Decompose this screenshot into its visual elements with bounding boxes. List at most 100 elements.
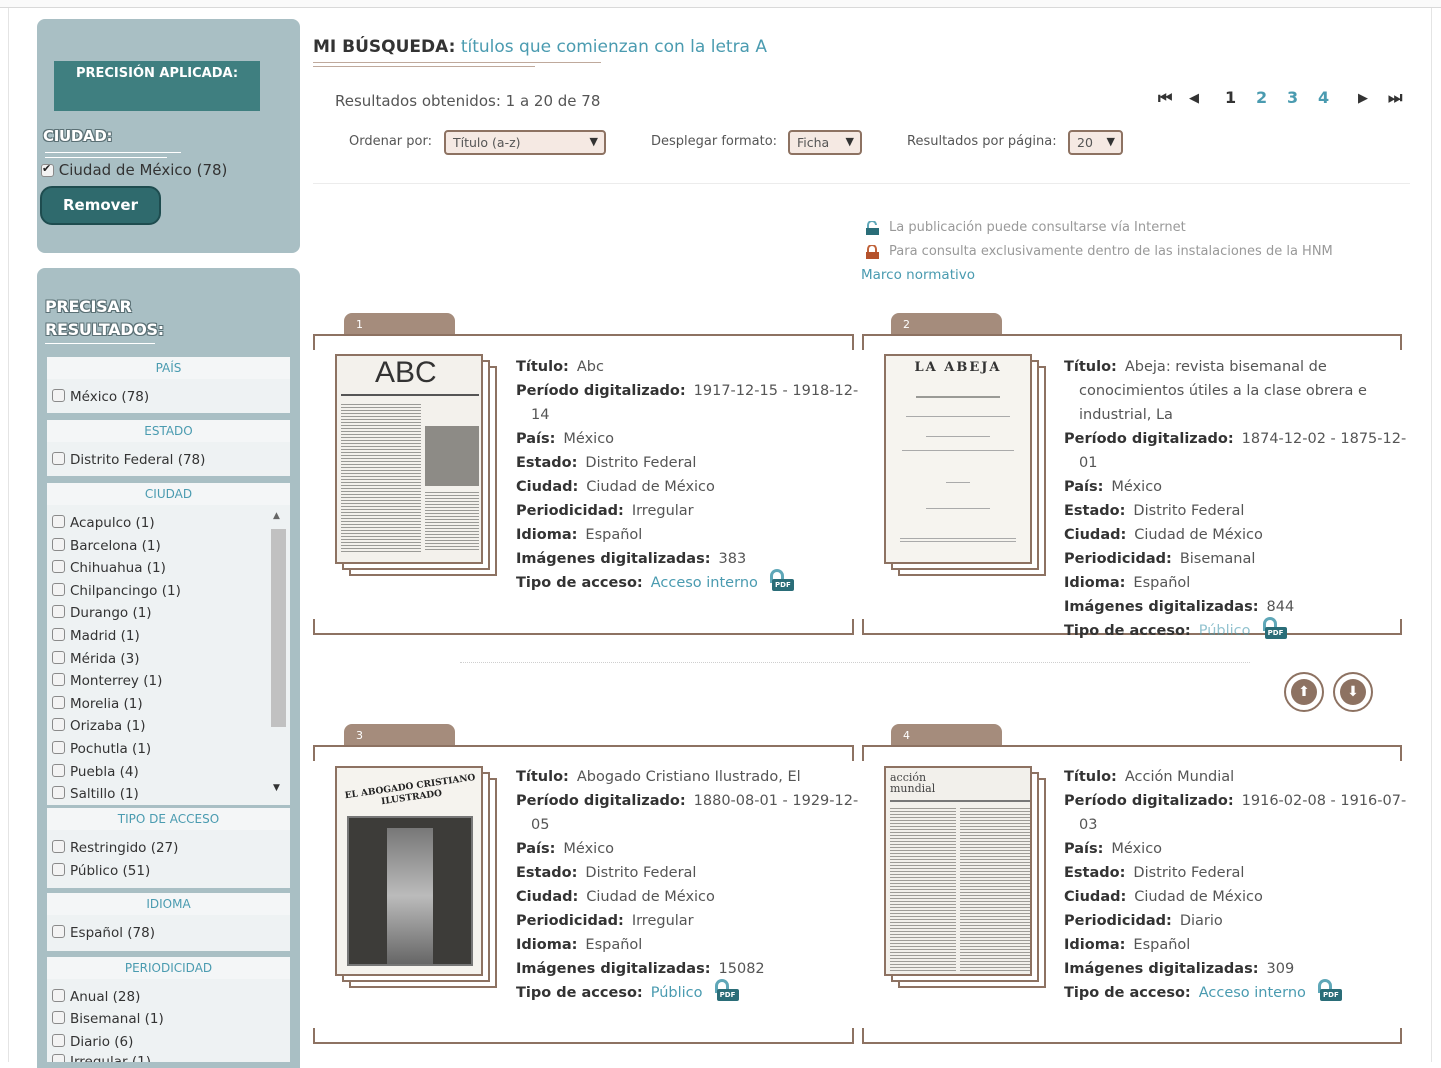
access-link[interactable]: Acceso interno bbox=[1199, 985, 1306, 1001]
checkbox[interactable] bbox=[52, 1054, 65, 1062]
checkbox[interactable] bbox=[52, 628, 65, 641]
page-2[interactable]: 2 bbox=[1256, 88, 1267, 107]
field-label: Período digitalizado: bbox=[516, 793, 686, 809]
checkbox-checked[interactable] bbox=[41, 162, 54, 177]
applied-city-filter[interactable]: Ciudad de México (78) bbox=[41, 161, 227, 179]
filter-option-label: Restringido (27) bbox=[70, 840, 179, 856]
page-4[interactable]: 4 bbox=[1318, 88, 1329, 107]
marco-normativo-link[interactable]: Marco normativo bbox=[861, 267, 975, 283]
checkbox[interactable] bbox=[52, 452, 65, 465]
filter-option[interactable]: Público (51) bbox=[52, 861, 150, 881]
page-3[interactable]: 3 bbox=[1287, 88, 1298, 107]
scroll-up-button[interactable]: ⬆ bbox=[1284, 672, 1324, 712]
pdf-icon[interactable]: PDF bbox=[713, 979, 739, 1003]
checkbox[interactable] bbox=[52, 925, 65, 938]
pdf-icon[interactable]: PDF bbox=[768, 569, 794, 593]
checkbox[interactable] bbox=[52, 989, 65, 1002]
filter-option-label: Diario (6) bbox=[70, 1034, 134, 1050]
field-label: Periodicidad: bbox=[1064, 551, 1172, 567]
access-link[interactable]: Público bbox=[1199, 623, 1251, 639]
checkbox[interactable] bbox=[52, 764, 65, 777]
card-frame bbox=[862, 745, 1402, 761]
checkbox[interactable] bbox=[52, 786, 65, 799]
images-value: 15082 bbox=[718, 961, 765, 977]
checkbox[interactable] bbox=[52, 696, 65, 709]
filter-option[interactable]: Bisemanal (1) bbox=[52, 1009, 164, 1029]
checkbox[interactable] bbox=[52, 560, 65, 573]
filter-option-label: Barcelona (1) bbox=[70, 538, 161, 554]
filter-option[interactable]: Saltillo (1) bbox=[52, 784, 139, 804]
filter-option-label: Morelia (1) bbox=[70, 696, 143, 712]
city-value: Ciudad de México bbox=[586, 479, 715, 495]
pdf-icon[interactable]: PDF bbox=[1316, 979, 1342, 1003]
city-list-scrollbar[interactable]: ▲ ▼ bbox=[270, 509, 287, 799]
format-select[interactable]: Ficha ▼ bbox=[788, 130, 862, 155]
checkbox[interactable] bbox=[52, 741, 65, 754]
result-number-tab: 4 bbox=[891, 724, 1002, 746]
filter-option[interactable]: Acapulco (1) bbox=[52, 513, 155, 533]
first-page-icon[interactable]: ⏮ bbox=[1158, 88, 1172, 108]
field-label: Imágenes digitalizadas: bbox=[1064, 961, 1259, 977]
right-border bbox=[1431, 8, 1432, 1062]
filter-option[interactable]: México (78) bbox=[52, 387, 149, 407]
cover-thumbnail[interactable]: ABC bbox=[335, 354, 499, 576]
checkbox[interactable] bbox=[52, 1034, 65, 1047]
checkbox[interactable] bbox=[52, 673, 65, 686]
scroll-up-arrow-icon[interactable]: ▲ bbox=[273, 511, 280, 521]
filter-option[interactable]: Pochutla (1) bbox=[52, 739, 151, 759]
filter-option[interactable]: Madrid (1) bbox=[52, 626, 140, 646]
language-value: Español bbox=[585, 527, 643, 543]
filter-option[interactable]: Distrito Federal (78) bbox=[52, 450, 205, 470]
periodicity-value: Irregular bbox=[631, 503, 694, 519]
city-value: Ciudad de México bbox=[1134, 889, 1263, 905]
pdf-icon[interactable]: PDF bbox=[1261, 617, 1287, 641]
filter-option[interactable]: Chihuahua (1) bbox=[52, 558, 166, 578]
last-page-icon[interactable]: ⏭ bbox=[1388, 88, 1402, 108]
access-link[interactable]: Público bbox=[651, 985, 703, 1001]
field-label: Estado: bbox=[1064, 865, 1126, 881]
filter-option[interactable]: Irregular (1) bbox=[52, 1052, 151, 1062]
field-label: Tipo de acceso: bbox=[1064, 623, 1191, 639]
scroll-down-button[interactable]: ⬇ bbox=[1333, 672, 1373, 712]
field-label: Título: bbox=[1064, 359, 1117, 375]
filter-option[interactable]: Anual (28) bbox=[52, 987, 140, 1007]
cover-thumbnail[interactable]: EL ABOGADO CRISTIANO ILUSTRADO bbox=[335, 766, 499, 988]
remove-button[interactable]: Remover bbox=[40, 186, 161, 225]
top-border bbox=[0, 0, 1441, 8]
filter-option[interactable]: Durango (1) bbox=[52, 603, 152, 623]
checkbox[interactable] bbox=[52, 863, 65, 876]
filter-option[interactable]: Barcelona (1) bbox=[52, 536, 161, 556]
access-link[interactable]: Acceso interno bbox=[651, 575, 758, 591]
cover-thumbnail[interactable]: acción mundial bbox=[884, 766, 1048, 988]
filter-option[interactable]: Orizaba (1) bbox=[52, 716, 146, 736]
checkbox[interactable] bbox=[52, 1011, 65, 1024]
per-page-select[interactable]: 20 ▼ bbox=[1068, 130, 1123, 155]
scrollbar-thumb[interactable] bbox=[271, 529, 286, 727]
order-select[interactable]: Título (a-z) ▼ bbox=[444, 130, 606, 155]
filter-option[interactable]: Mérida (3) bbox=[52, 649, 140, 669]
next-page-icon[interactable]: ▶ bbox=[1358, 91, 1368, 106]
images-value: 383 bbox=[718, 551, 747, 567]
checkbox[interactable] bbox=[52, 583, 65, 596]
checkbox[interactable] bbox=[52, 515, 65, 528]
checkbox[interactable] bbox=[52, 651, 65, 664]
filter-option[interactable]: Restringido (27) bbox=[52, 838, 178, 858]
page-1[interactable]: 1 bbox=[1225, 88, 1236, 107]
filter-option[interactable]: Monterrey (1) bbox=[52, 671, 162, 691]
filter-option[interactable]: Español (78) bbox=[52, 923, 155, 943]
checkbox[interactable] bbox=[52, 840, 65, 853]
scroll-down-arrow-icon[interactable]: ▼ bbox=[273, 783, 280, 793]
filter-option[interactable]: Puebla (4) bbox=[52, 762, 139, 782]
checkbox[interactable] bbox=[52, 538, 65, 551]
cover-thumbnail[interactable]: LA ABEJA bbox=[884, 354, 1048, 576]
checkbox[interactable] bbox=[52, 605, 65, 618]
country-filter-heading: PAÍS bbox=[47, 357, 290, 379]
cover-masthead: acción mundial bbox=[890, 771, 936, 795]
filter-option[interactable]: Morelia (1) bbox=[52, 694, 143, 714]
checkbox[interactable] bbox=[52, 718, 65, 731]
filter-option[interactable]: Chilpancingo (1) bbox=[52, 581, 181, 601]
prev-page-icon[interactable]: ◀ bbox=[1189, 91, 1199, 106]
cover-rule bbox=[926, 436, 990, 437]
checkbox[interactable] bbox=[52, 389, 65, 402]
filter-option[interactable]: Diario (6) bbox=[52, 1032, 133, 1052]
